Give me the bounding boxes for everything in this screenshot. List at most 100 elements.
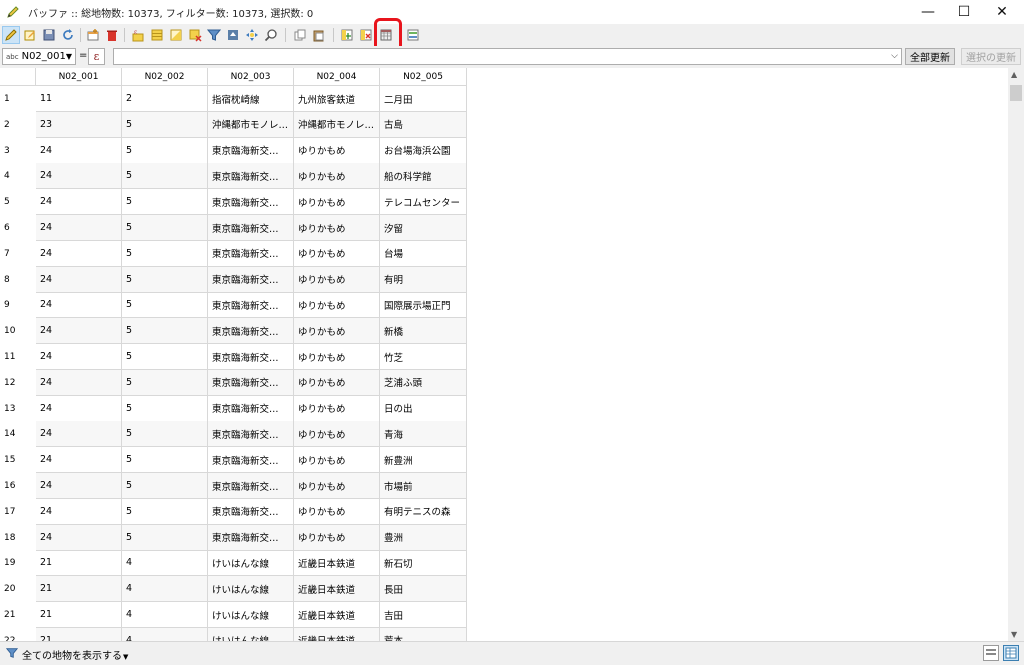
- table-cell[interactable]: 芝浦ふ頭: [380, 369, 467, 396]
- table-cell[interactable]: 沖縄都市モノレ…: [208, 111, 294, 138]
- add-feature-icon[interactable]: [84, 26, 102, 44]
- row-number[interactable]: 20: [0, 576, 35, 603]
- row-number[interactable]: 6: [0, 215, 35, 241]
- table-cell[interactable]: ゆりかもめ: [294, 369, 380, 396]
- table-cell[interactable]: 有明: [380, 266, 467, 293]
- table-cell[interactable]: 24: [36, 395, 122, 422]
- table-cell[interactable]: 5: [122, 266, 208, 293]
- table-cell[interactable]: 5: [122, 215, 208, 241]
- table-row[interactable]: 7 24 5 東京臨海新交… ゆりかもめ 台場: [0, 240, 467, 267]
- close-button[interactable]: ✕: [982, 0, 1022, 24]
- table-view-icon[interactable]: [1003, 645, 1019, 661]
- row-number[interactable]: 19: [0, 550, 35, 577]
- table-row[interactable]: 18 24 5 東京臨海新交… ゆりかもめ 豊洲: [0, 524, 467, 551]
- table-cell[interactable]: 5: [122, 292, 208, 319]
- table-cell[interactable]: 24: [36, 137, 122, 164]
- table-cell[interactable]: 24: [36, 163, 122, 190]
- table-cell[interactable]: 九州旅客鉄道: [294, 86, 380, 112]
- expression-builder-button[interactable]: ε: [88, 48, 105, 65]
- table-cell[interactable]: 近畿日本鉄道: [294, 602, 380, 628]
- scroll-down-icon[interactable]: ▼: [1011, 630, 1017, 639]
- table-cell[interactable]: ゆりかもめ: [294, 395, 380, 422]
- table-cell[interactable]: 24: [36, 189, 122, 216]
- table-cell[interactable]: 荒本: [380, 627, 467, 641]
- table-cell[interactable]: 2: [122, 86, 208, 112]
- zoom-map-icon[interactable]: [262, 26, 280, 44]
- table-cell[interactable]: けいはんな線: [208, 627, 294, 641]
- table-cell[interactable]: 4: [122, 576, 208, 603]
- table-cell[interactable]: ゆりかもめ: [294, 292, 380, 319]
- table-cell[interactable]: 東京臨海新交…: [208, 240, 294, 267]
- table-row[interactable]: 6 24 5 東京臨海新交… ゆりかもめ 汐留: [0, 215, 467, 241]
- table-row[interactable]: 13 24 5 東京臨海新交… ゆりかもめ 日の出: [0, 395, 467, 422]
- table-cell[interactable]: ゆりかもめ: [294, 524, 380, 551]
- table-cell[interactable]: ゆりかもめ: [294, 215, 380, 241]
- table-row[interactable]: 2 23 5 沖縄都市モノレ… 沖縄都市モノレ… 古島: [0, 111, 467, 138]
- table-cell[interactable]: 有明テニスの森: [380, 498, 467, 525]
- row-number[interactable]: 7: [0, 240, 35, 267]
- table-cell[interactable]: 23: [36, 111, 122, 138]
- row-number[interactable]: 21: [0, 602, 35, 628]
- table-cell[interactable]: 5: [122, 137, 208, 164]
- table-cell[interactable]: 4: [122, 550, 208, 577]
- table-cell[interactable]: ゆりかもめ: [294, 266, 380, 293]
- table-row[interactable]: 20 21 4 けいはんな線 近畿日本鉄道 長田: [0, 576, 467, 603]
- table-cell[interactable]: 21: [36, 550, 122, 577]
- table-cell[interactable]: お台場海浜公園: [380, 137, 467, 164]
- table-cell[interactable]: 新石切: [380, 550, 467, 577]
- table-cell[interactable]: ゆりかもめ: [294, 163, 380, 190]
- table-cell[interactable]: 東京臨海新交…: [208, 524, 294, 551]
- table-row[interactable]: 10 24 5 東京臨海新交… ゆりかもめ 新橋: [0, 318, 467, 345]
- table-cell[interactable]: 長田: [380, 576, 467, 603]
- table-cell[interactable]: 近畿日本鉄道: [294, 627, 380, 641]
- table-row[interactable]: 12 24 5 東京臨海新交… ゆりかもめ 芝浦ふ頭: [0, 369, 467, 396]
- scrollbar-thumb[interactable]: [1010, 85, 1022, 101]
- table-row[interactable]: 19 21 4 けいはんな線 近畿日本鉄道 新石切: [0, 550, 467, 577]
- row-number[interactable]: 5: [0, 189, 35, 216]
- table-cell[interactable]: 東京臨海新交…: [208, 447, 294, 474]
- table-cell[interactable]: 吉田: [380, 602, 467, 628]
- chevron-down-icon[interactable]: ⌵: [891, 51, 898, 61]
- row-number[interactable]: 4: [0, 163, 35, 190]
- table-cell[interactable]: ゆりかもめ: [294, 421, 380, 448]
- field-selector[interactable]: abc N02_001 ▼: [2, 48, 76, 65]
- table-cell[interactable]: 5: [122, 524, 208, 551]
- row-number[interactable]: 3: [0, 137, 35, 164]
- row-number[interactable]: 2: [0, 111, 35, 138]
- table-row[interactable]: 16 24 5 東京臨海新交… ゆりかもめ 市場前: [0, 473, 467, 499]
- table-cell[interactable]: 24: [36, 421, 122, 448]
- table-cell[interactable]: 新橋: [380, 318, 467, 345]
- table-cell[interactable]: 5: [122, 473, 208, 499]
- table-row[interactable]: 11 24 5 東京臨海新交… ゆりかもめ 竹芝: [0, 344, 467, 370]
- table-cell[interactable]: 東京臨海新交…: [208, 215, 294, 241]
- table-cell[interactable]: ゆりかもめ: [294, 498, 380, 525]
- table-cell[interactable]: ゆりかもめ: [294, 240, 380, 267]
- row-number[interactable]: 8: [0, 266, 35, 293]
- table-row[interactable]: 9 24 5 東京臨海新交… ゆりかもめ 国際展示場正門: [0, 292, 467, 319]
- update-all-button[interactable]: 全部更新: [905, 48, 955, 65]
- table-row[interactable]: 4 24 5 東京臨海新交… ゆりかもめ 船の科学館: [0, 163, 467, 190]
- table-row[interactable]: 15 24 5 東京臨海新交… ゆりかもめ 新豊洲: [0, 447, 467, 474]
- maximize-button[interactable]: ☐: [944, 0, 984, 24]
- table-cell[interactable]: 東京臨海新交…: [208, 344, 294, 370]
- row-number[interactable]: 10: [0, 318, 35, 345]
- table-cell[interactable]: 24: [36, 215, 122, 241]
- update-selected-button[interactable]: 選択の更新: [961, 48, 1021, 65]
- table-cell[interactable]: けいはんな線: [208, 602, 294, 628]
- table-row[interactable]: 8 24 5 東京臨海新交… ゆりかもめ 有明: [0, 266, 467, 293]
- table-cell[interactable]: 21: [36, 576, 122, 603]
- table-cell[interactable]: 東京臨海新交…: [208, 292, 294, 319]
- invert-selection-icon[interactable]: [167, 26, 185, 44]
- row-number[interactable]: 9: [0, 292, 35, 319]
- table-cell[interactable]: 近畿日本鉄道: [294, 550, 380, 577]
- feature-filter-button[interactable]: 全ての地物を表示する ▼: [3, 645, 131, 663]
- table-cell[interactable]: 日の出: [380, 395, 467, 422]
- table-cell[interactable]: 東京臨海新交…: [208, 318, 294, 345]
- table-cell[interactable]: 5: [122, 344, 208, 370]
- table-cell[interactable]: 沖縄都市モノレ…: [294, 111, 380, 138]
- table-cell[interactable]: 5: [122, 395, 208, 422]
- column-header[interactable]: N02_002: [122, 68, 208, 86]
- minimize-button[interactable]: —: [908, 0, 948, 24]
- row-number[interactable]: 14: [0, 421, 35, 448]
- table-row[interactable]: 14 24 5 東京臨海新交… ゆりかもめ 青海: [0, 421, 467, 448]
